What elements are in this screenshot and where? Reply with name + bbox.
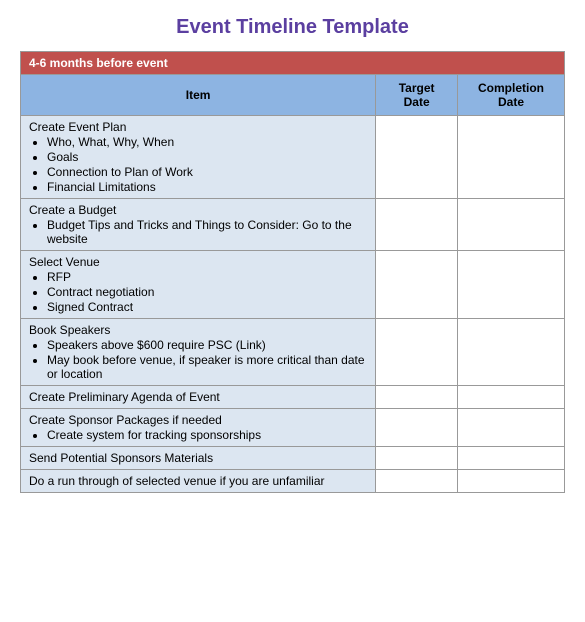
table-row: Select Venue RFP Contract negotiation Si… — [21, 251, 565, 319]
item-cell: Create Event Plan Who, What, Why, When G… — [21, 116, 376, 199]
section-header-cell: 4-6 months before event — [21, 52, 565, 75]
completion-date-cell — [458, 386, 565, 409]
list-item: Financial Limitations — [47, 180, 367, 194]
completion-date-cell — [458, 319, 565, 386]
item-main-text: Select Venue — [29, 255, 100, 269]
target-date-cell — [376, 251, 458, 319]
col-header-completion-date: Completion Date — [458, 75, 565, 116]
item-cell: Send Potential Sponsors Materials — [21, 447, 376, 470]
list-item: Speakers above $600 require PSC (Link) — [47, 338, 367, 352]
target-date-cell — [376, 199, 458, 251]
item-bullet-list: RFP Contract negotiation Signed Contract — [47, 270, 367, 314]
column-header-row: Item Target Date Completion Date — [21, 75, 565, 116]
list-item: Goals — [47, 150, 367, 164]
item-cell: Create Sponsor Packages if needed Create… — [21, 409, 376, 447]
item-cell: Create a Budget Budget Tips and Tricks a… — [21, 199, 376, 251]
item-main-text: Create Preliminary Agenda of Event — [29, 390, 220, 404]
item-bullet-list: Create system for tracking sponsorships — [47, 428, 367, 442]
list-item: RFP — [47, 270, 367, 284]
completion-date-cell — [458, 251, 565, 319]
item-main-text: Book Speakers — [29, 323, 110, 337]
page-title: Event Timeline Template — [20, 16, 565, 39]
section-header-row: 4-6 months before event — [21, 52, 565, 75]
list-item: Signed Contract — [47, 300, 367, 314]
completion-date-cell — [458, 116, 565, 199]
item-main-text: Send Potential Sponsors Materials — [29, 451, 213, 465]
table-row: Book Speakers Speakers above $600 requir… — [21, 319, 565, 386]
item-cell: Create Preliminary Agenda of Event — [21, 386, 376, 409]
table-row: Create Event Plan Who, What, Why, When G… — [21, 116, 565, 199]
table-row: Create Sponsor Packages if needed Create… — [21, 409, 565, 447]
target-date-cell — [376, 116, 458, 199]
timeline-table: 4-6 months before event Item Target Date… — [20, 51, 565, 493]
item-bullet-list: Speakers above $600 require PSC (Link) M… — [47, 338, 367, 381]
table-row: Create Preliminary Agenda of Event — [21, 386, 565, 409]
list-item: Who, What, Why, When — [47, 135, 367, 149]
list-item: Contract negotiation — [47, 285, 367, 299]
completion-date-cell — [458, 470, 565, 493]
table-row: Do a run through of selected venue if yo… — [21, 470, 565, 493]
item-main-text: Do a run through of selected venue if yo… — [29, 474, 325, 488]
item-bullet-list: Budget Tips and Tricks and Things to Con… — [47, 218, 367, 246]
item-bullet-list: Who, What, Why, When Goals Connection to… — [47, 135, 367, 194]
col-header-item: Item — [21, 75, 376, 116]
list-item: Create system for tracking sponsorships — [47, 428, 367, 442]
completion-date-cell — [458, 447, 565, 470]
item-cell: Select Venue RFP Contract negotiation Si… — [21, 251, 376, 319]
list-item: May book before venue, if speaker is mor… — [47, 353, 367, 381]
col-header-target-date: Target Date — [376, 75, 458, 116]
list-item: Budget Tips and Tricks and Things to Con… — [47, 218, 367, 246]
item-main-text: Create Event Plan — [29, 120, 126, 134]
completion-date-cell — [458, 199, 565, 251]
item-cell: Do a run through of selected venue if yo… — [21, 470, 376, 493]
table-row: Create a Budget Budget Tips and Tricks a… — [21, 199, 565, 251]
item-cell: Book Speakers Speakers above $600 requir… — [21, 319, 376, 386]
target-date-cell — [376, 386, 458, 409]
completion-date-cell — [458, 409, 565, 447]
table-row: Send Potential Sponsors Materials — [21, 447, 565, 470]
list-item: Connection to Plan of Work — [47, 165, 367, 179]
item-main-text: Create Sponsor Packages if needed — [29, 413, 222, 427]
target-date-cell — [376, 447, 458, 470]
target-date-cell — [376, 409, 458, 447]
target-date-cell — [376, 470, 458, 493]
item-main-text: Create a Budget — [29, 203, 116, 217]
target-date-cell — [376, 319, 458, 386]
